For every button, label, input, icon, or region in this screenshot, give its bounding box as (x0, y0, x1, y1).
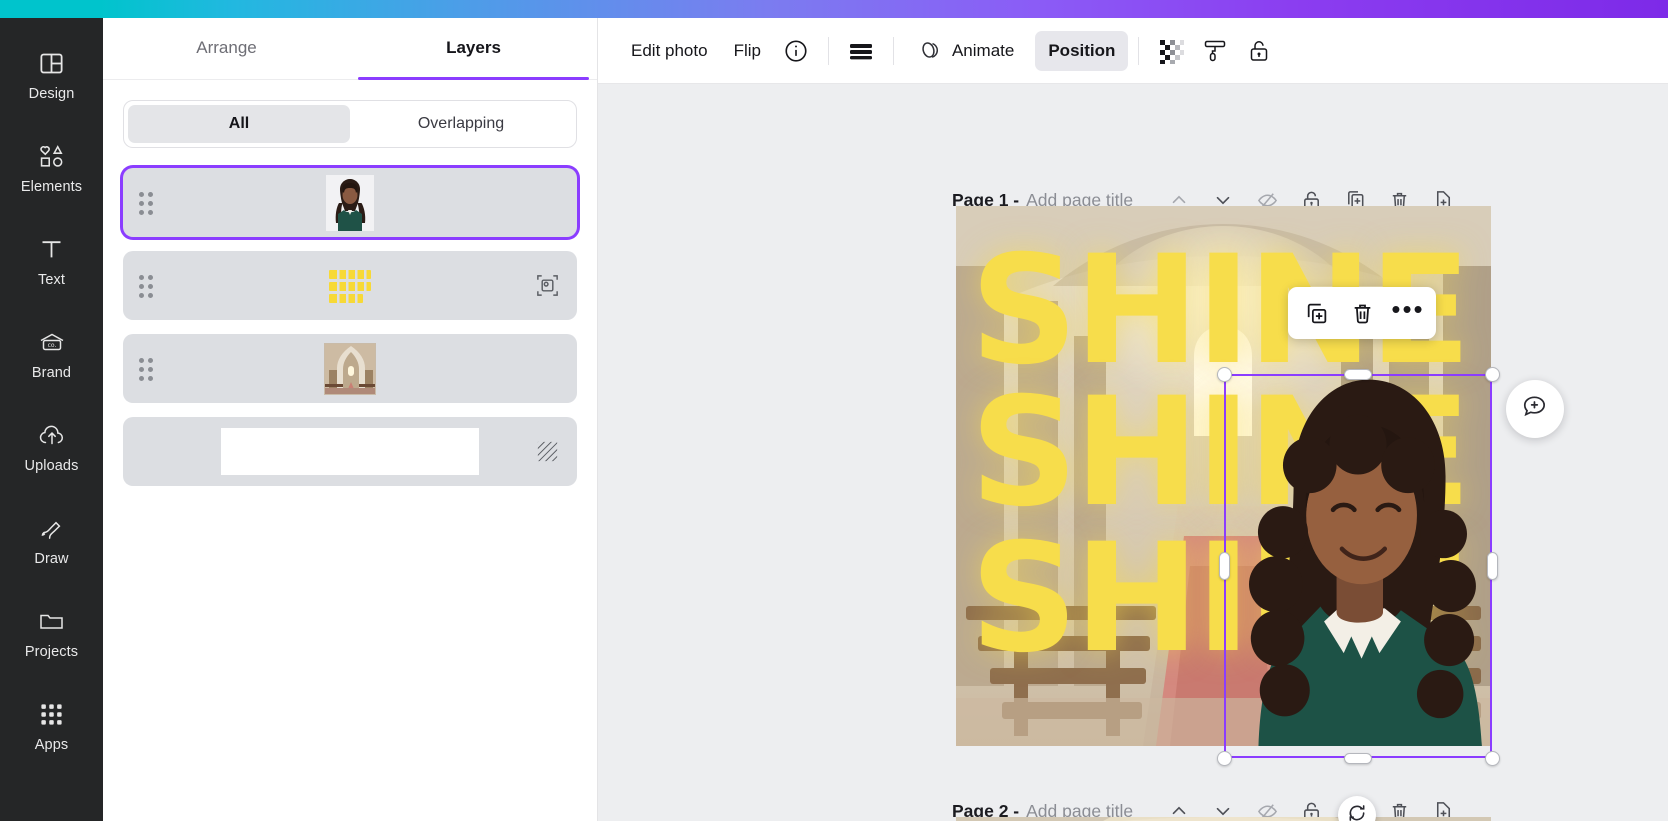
trash-icon[interactable] (1340, 293, 1384, 333)
projects-icon (37, 607, 66, 637)
filter-label: Overlapping (417, 115, 505, 132)
pattern-icon[interactable] (534, 438, 561, 465)
draw-icon (38, 514, 66, 544)
context-toolbar: Edit photo Flip Animate Position (598, 18, 1668, 84)
edit-photo-label: Edit photo (631, 40, 708, 60)
sidebar-item-label: Draw (34, 550, 69, 567)
sidebar-item-label: Uploads (24, 457, 79, 474)
drag-handle-icon[interactable] (139, 274, 157, 298)
resize-handle-bottom-left[interactable] (1217, 751, 1232, 766)
resize-handle-bottom-right[interactable] (1485, 751, 1500, 766)
animate-label: Animate (951, 40, 1015, 60)
editor-stage: Edit photo Flip Animate Position Page 1 … (598, 18, 1668, 821)
group-icon[interactable] (534, 272, 561, 299)
flip-label: Flip (733, 40, 761, 60)
resize-handle-top-left[interactable] (1217, 367, 1232, 382)
sidebar-item-draw[interactable]: Draw (11, 501, 93, 579)
layer-row-person-photo[interactable] (123, 168, 577, 237)
resize-handle-top-right[interactable] (1485, 367, 1500, 382)
animate-icon (917, 38, 943, 64)
drag-handle-icon[interactable] (139, 357, 157, 381)
brand-icon: co. (37, 328, 67, 358)
panel-tab-bar: Arrange Layers (103, 18, 597, 80)
sidebar-item-design[interactable]: Design (11, 36, 93, 114)
paint-roller-icon[interactable] (1193, 31, 1237, 71)
sidebar-item-text[interactable]: Text (11, 222, 93, 300)
canvas-scroll-area[interactable]: Page 1 - Add page title SHINE SHINE SHIN… (598, 84, 1668, 821)
sidebar-item-elements[interactable]: Elements (11, 129, 93, 207)
resize-handle-bottom[interactable] (1344, 753, 1372, 764)
layer-row-shine-text[interactable] (123, 251, 577, 320)
filter-option-overlapping[interactable]: Overlapping (350, 105, 572, 143)
animate-button[interactable]: Animate (904, 31, 1027, 71)
checkerboard-icon[interactable] (1149, 31, 1193, 71)
left-rail: Design Elements Text co. Brand Uploads D… (0, 18, 103, 821)
info-icon[interactable] (774, 31, 818, 71)
brand-gradient-bar (0, 0, 1668, 18)
layer-row-church-photo[interactable] (123, 334, 577, 403)
tab-arrange[interactable]: Arrange (103, 18, 350, 79)
person-photo-element[interactable] (1224, 374, 1491, 746)
sidebar-item-apps[interactable]: Apps (11, 687, 93, 765)
uploads-icon (37, 421, 67, 451)
position-label: Position (1048, 40, 1116, 60)
layer-thumbnail-text (123, 251, 577, 320)
sidebar-item-label: Apps (34, 736, 69, 753)
sidebar-item-brand[interactable]: co. Brand (11, 315, 93, 393)
filter-label: All (228, 115, 250, 132)
add-comment-button[interactable] (1506, 380, 1564, 438)
sidebar-item-uploads[interactable]: Uploads (11, 408, 93, 486)
tab-label: Layers (446, 37, 501, 57)
tab-layers[interactable]: Layers (350, 18, 597, 80)
toolbar-divider (827, 36, 829, 65)
apps-icon (38, 700, 65, 730)
more-options-icon[interactable]: ••• (1386, 293, 1430, 333)
layer-filter-segmented-control: All Overlapping (123, 100, 577, 148)
sidebar-item-projects[interactable]: Projects (11, 594, 93, 672)
page-2-canvas[interactable] (956, 817, 1491, 821)
tab-label: Arrange (196, 37, 257, 57)
flip-button[interactable]: Flip (721, 31, 774, 71)
design-icon (38, 49, 65, 79)
drag-handle-icon[interactable] (139, 191, 157, 215)
edit-photo-button[interactable]: Edit photo (618, 31, 721, 71)
page-2-preview-image (956, 817, 1491, 821)
sidebar-item-label: Design (28, 85, 75, 102)
transparency-icon[interactable] (839, 31, 883, 71)
resize-handle-top[interactable] (1344, 369, 1372, 380)
resize-handle-right[interactable] (1487, 552, 1498, 580)
layer-thumbnail-church (123, 334, 577, 403)
element-float-toolbar: ••• (1288, 287, 1436, 339)
layer-thumbnail-white-shape (123, 417, 577, 486)
sidebar-item-label: Brand (31, 364, 72, 381)
sidebar-item-label: Projects (24, 643, 79, 660)
sidebar-item-label: Elements (20, 178, 83, 195)
text-icon (38, 235, 65, 265)
duplicate-icon[interactable] (1294, 293, 1338, 333)
rotate-handle-icon (1347, 803, 1367, 821)
elements-icon (37, 142, 66, 172)
layers-panel: Arrange Layers All Overlapping (103, 18, 598, 821)
filter-option-all[interactable]: All (128, 105, 350, 143)
toolbar-divider (892, 36, 894, 65)
layer-thumbnail-person (123, 168, 577, 237)
add-comment-icon (1521, 393, 1549, 426)
toolbar-divider (1138, 36, 1140, 65)
resize-handle-left[interactable] (1219, 552, 1230, 580)
layer-list (103, 148, 597, 486)
lock-open-icon[interactable] (1237, 31, 1281, 71)
position-button[interactable]: Position (1035, 30, 1129, 71)
svg-text:co.: co. (47, 342, 56, 349)
sidebar-item-label: Text (38, 271, 65, 288)
layer-row-white-shape[interactable] (123, 417, 577, 486)
